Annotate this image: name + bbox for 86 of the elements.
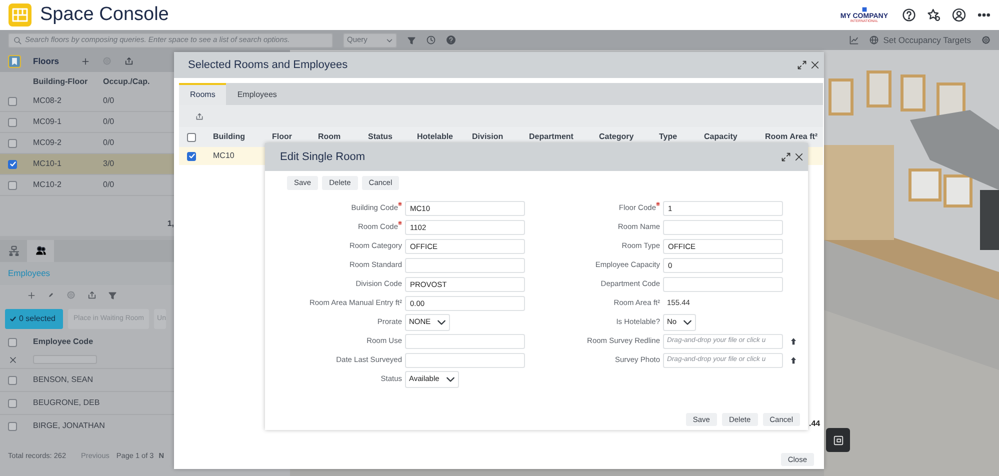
table-cell: MC10-2 [33, 179, 62, 191]
column-header: Department [529, 131, 574, 143]
tab[interactable]: Rooms [179, 83, 226, 105]
filter-icon[interactable] [407, 36, 416, 44]
add-icon[interactable] [27, 290, 36, 300]
checkbox[interactable] [8, 138, 17, 148]
selected-count-button[interactable]: 0 selected [5, 309, 64, 329]
column-header: Hotelable [417, 131, 454, 143]
checkbox[interactable] [8, 398, 17, 408]
table-cell: BIRGE, JONATHAN [33, 420, 105, 432]
input-field[interactable] [663, 276, 783, 292]
input-field[interactable] [405, 334, 525, 348]
checkbox[interactable] [8, 160, 17, 168]
panel-title: Floors [33, 54, 59, 68]
app-title: Space Console [40, 2, 169, 27]
check-icon [188, 152, 196, 160]
column-header: Room [318, 131, 341, 143]
help-icon[interactable] [902, 8, 916, 22]
close-icon[interactable] [810, 60, 820, 70]
settings-icon[interactable] [981, 35, 991, 45]
globe-icon [869, 35, 880, 45]
table-cell: .44 [809, 418, 820, 430]
upload-icon[interactable] [789, 356, 798, 364]
company-logo-icon [860, 6, 868, 14]
column-header: Capacity [704, 131, 738, 143]
table-cell: MC09-1 [33, 116, 62, 128]
column-header: Building [213, 131, 245, 143]
floorplan-icon [832, 434, 844, 446]
history-icon[interactable] [426, 35, 436, 45]
logo-icon [8, 3, 32, 27]
column-header: Category [599, 131, 634, 143]
column-header: Employee Code [33, 336, 94, 348]
checkbox[interactable] [187, 152, 196, 160]
table-cell: 3/0 [103, 158, 114, 170]
input-field[interactable] [663, 220, 783, 234]
edit-icon[interactable] [47, 291, 55, 299]
input-field[interactable] [405, 258, 525, 272]
check-icon [9, 315, 17, 323]
column-header: Type [659, 131, 678, 143]
table-cell: 0/0 [103, 179, 114, 191]
checkbox[interactable] [8, 118, 17, 126]
pager-text: 1, [167, 218, 174, 230]
search-icon [13, 36, 22, 44]
checkbox[interactable] [8, 376, 17, 384]
table-cell: MC08-2 [33, 95, 62, 107]
column-header: Floor [272, 131, 292, 143]
checkbox[interactable] [187, 132, 196, 142]
table-cell: 0/0 [103, 95, 114, 107]
column-header: Room Area ft² [765, 131, 818, 143]
expand-icon[interactable] [797, 60, 807, 70]
table-cell: BEUGRONE, DEB [33, 397, 100, 409]
upload-icon[interactable] [789, 336, 798, 346]
chart-icon[interactable] [849, 35, 860, 45]
input-field[interactable] [405, 352, 525, 368]
caret-icon [386, 36, 393, 44]
filter-icon[interactable] [108, 290, 117, 300]
add-icon[interactable] [80, 56, 90, 66]
checkbox[interactable] [8, 180, 17, 190]
clear-icon[interactable] [9, 356, 17, 364]
star-gear-icon[interactable] [927, 8, 941, 22]
export-icon[interactable] [124, 56, 134, 66]
dialog-title: Selected Rooms and Employees [188, 58, 349, 73]
table-cell: BENSON, SEAN [33, 374, 94, 386]
table-cell: MC09-2 [33, 137, 62, 149]
column-header: Status [368, 131, 392, 143]
user-icon[interactable] [952, 8, 966, 22]
export-icon[interactable] [87, 290, 97, 300]
floating-button[interactable] [826, 428, 850, 452]
close-icon[interactable] [794, 152, 804, 162]
table-cell: 0/0 [103, 116, 114, 128]
column-header: Occup./Cap. [103, 76, 150, 88]
table-cell: MC10-1 [33, 158, 62, 170]
check-icon [8, 160, 16, 168]
panel-title: Employees [8, 267, 50, 280]
people-icon [34, 245, 46, 257]
column-header: Building-Floor [33, 76, 88, 88]
floors-icon [8, 54, 21, 68]
export-icon[interactable] [195, 112, 204, 120]
panel-tab[interactable] [27, 240, 54, 262]
checkbox[interactable] [8, 422, 17, 430]
table-cell: 0/0 [103, 137, 114, 149]
column-header: Division [472, 131, 504, 143]
checkbox[interactable] [8, 338, 17, 346]
org-chart-icon [8, 245, 20, 257]
expand-icon[interactable] [781, 152, 791, 162]
checkbox[interactable] [8, 96, 17, 106]
